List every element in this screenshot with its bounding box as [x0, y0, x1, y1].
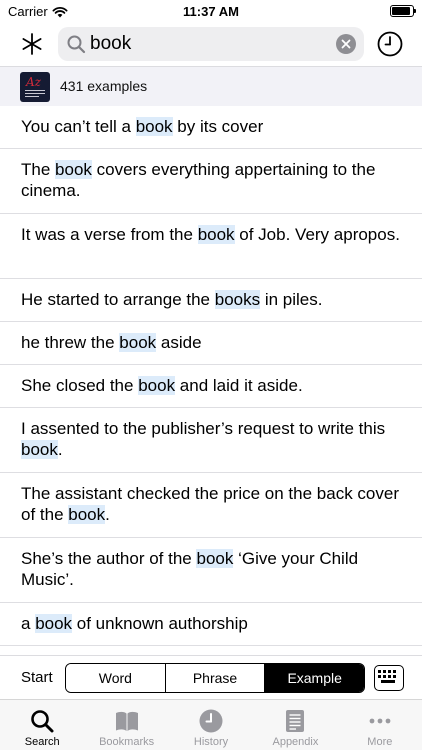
clock-icon — [199, 709, 223, 733]
tab-label: Bookmarks — [99, 736, 155, 748]
list-item[interactable]: You can’t tell a book by its cover — [0, 106, 422, 149]
dictionary-logo: Az — [20, 72, 50, 102]
search-match: book — [68, 505, 106, 524]
tab-bookmarks[interactable]: Bookmarks — [84, 700, 168, 750]
clock-icon — [377, 31, 403, 57]
tab-appendix[interactable]: Appendix — [253, 700, 337, 750]
status-bar: Carrier 11:37 AM — [0, 0, 422, 22]
search-mode-control: Word Phrase Example — [65, 663, 365, 693]
search-match: books — [214, 290, 261, 309]
search-match: book — [35, 614, 73, 633]
sentence-text: He started to arrange the — [21, 290, 215, 309]
sentence-text: The — [21, 160, 56, 179]
keyboard-icon — [378, 670, 396, 683]
sentence-text: . — [105, 505, 110, 524]
list-item[interactable]: a book of unknown authorship — [0, 603, 422, 646]
tab-history[interactable]: History — [169, 700, 253, 750]
list-item[interactable]: It was a verse from the book of Job. Ver… — [0, 214, 422, 279]
segment-word[interactable]: Word — [66, 664, 166, 692]
start-label: Start — [21, 669, 53, 686]
sentence-text: and laid it aside. — [175, 376, 303, 395]
segment-example[interactable]: Example — [265, 664, 364, 692]
search-match: book — [138, 376, 176, 395]
keyboard-button[interactable] — [374, 665, 404, 691]
asterisk-button[interactable] — [18, 30, 46, 58]
results-header: Az 431 examples — [0, 66, 422, 106]
sentence-text: by its cover — [172, 117, 264, 136]
sentence-text: a — [21, 614, 36, 633]
search-icon — [31, 710, 54, 733]
sentence-text: in piles. — [260, 290, 323, 309]
sentence-text: he threw the — [21, 333, 120, 352]
tab-label: Search — [24, 736, 60, 748]
sentence-text: . — [57, 440, 63, 459]
search-match: book — [119, 333, 157, 352]
list-item[interactable]: She’s the author of the book ‘Give your … — [0, 538, 422, 603]
tab-label: History — [193, 736, 229, 748]
search-input[interactable] — [90, 31, 328, 57]
list-item[interactable]: I assented to the publisher’s request to… — [0, 408, 422, 473]
search-mode-bar: Start Word Phrase Example — [0, 655, 422, 699]
list-item[interactable]: he threw the book aside — [0, 322, 422, 365]
search-match: book — [197, 225, 235, 244]
history-button[interactable] — [376, 30, 404, 58]
list-item[interactable]: The book covers everything appertaining … — [0, 149, 422, 214]
book-icon — [115, 711, 138, 731]
search-icon — [67, 35, 86, 54]
tab-bar: Search Bookmarks History Appendix More — [0, 699, 422, 750]
tab-search[interactable]: Search — [0, 700, 84, 750]
document-icon — [286, 710, 305, 732]
clear-search-button[interactable] — [336, 34, 356, 54]
sentence-text: She closed the — [21, 376, 139, 395]
search-match: book — [55, 160, 92, 179]
tab-label: More — [367, 736, 393, 748]
battery-level — [392, 7, 411, 15]
battery-icon — [390, 5, 416, 17]
tab-more[interactable]: More — [338, 700, 422, 750]
search-match: book — [21, 440, 58, 459]
tab-label: Appendix — [272, 736, 319, 748]
search-match: book — [196, 549, 234, 568]
status-time: 11:37 AM — [183, 4, 239, 19]
list-item[interactable]: The assistant checked the price on the b… — [0, 473, 422, 538]
search-match: book — [135, 117, 173, 136]
list-item[interactable]: She closed the book and laid it aside. — [0, 365, 422, 408]
clear-icon — [341, 39, 351, 49]
sentence-text: She’s the author of the — [21, 549, 197, 568]
sentence-text: of unknown authorship — [72, 614, 248, 633]
sentence-text: aside — [156, 333, 202, 352]
sentence-text: You can’t tell a — [21, 117, 136, 136]
results-count: 431 examples — [60, 78, 148, 94]
more-icon — [369, 718, 391, 724]
list-item[interactable]: He started to arrange the books in piles… — [0, 279, 422, 322]
sentence-text: of Job. Very apropos. — [234, 225, 400, 244]
search-field[interactable] — [58, 27, 364, 61]
sentence-text: It was a verse from the — [21, 225, 198, 244]
sentence-text: I assented to the publisher’s request to… — [21, 419, 386, 438]
results-list: You can’t tell a book by its cover The b… — [0, 106, 422, 646]
segment-phrase[interactable]: Phrase — [165, 664, 266, 692]
search-row — [0, 22, 422, 66]
asterisk-icon — [22, 33, 42, 55]
